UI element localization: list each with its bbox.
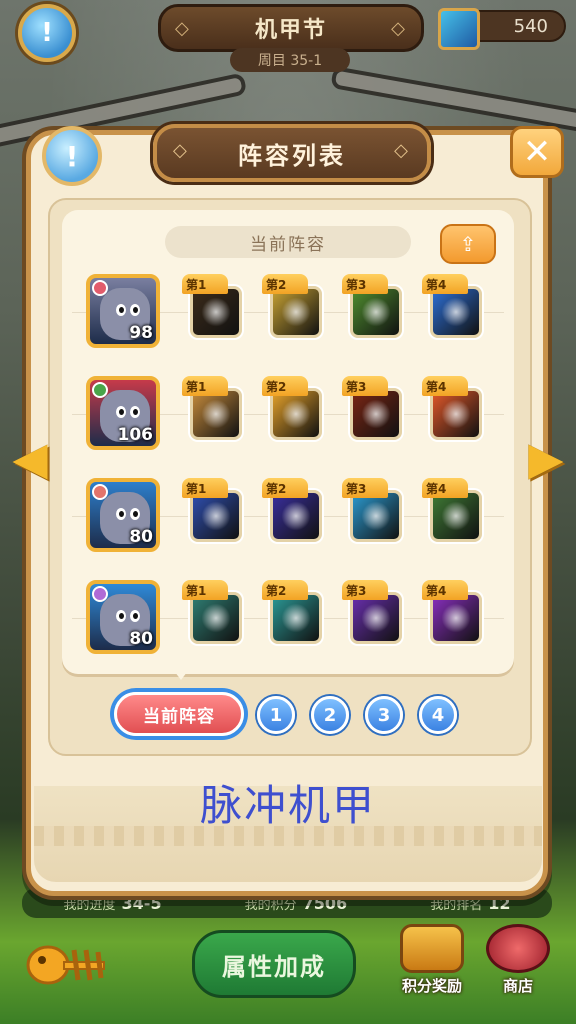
element-icon — [92, 484, 108, 500]
progress-stat: 我的进度 34-5 — [64, 894, 162, 913]
skill-slot[interactable]: 第2 — [260, 274, 322, 340]
skill-slot[interactable]: 第4 — [420, 274, 482, 340]
skill-order-tag: 第1 — [182, 478, 228, 498]
hero-portrait[interactable]: 106 — [86, 376, 160, 450]
hero-eye — [130, 406, 140, 418]
hero-level: 98 — [129, 323, 153, 343]
round-label: 周目 35-1 — [230, 48, 350, 72]
skill-order-tag: 第2 — [262, 274, 308, 294]
score-stat: 我的积分 7506 — [245, 894, 348, 913]
element-icon — [92, 586, 108, 602]
skill-slot[interactable]: 第3 — [340, 478, 402, 544]
skill-slot[interactable]: 第2 — [260, 376, 322, 442]
hero-eye — [130, 508, 140, 520]
ornament-left-icon: ◇ — [175, 17, 191, 39]
currency-counter[interactable]: 540 — [438, 8, 566, 50]
share-icon: ⇪ — [459, 232, 477, 256]
prev-arrow-icon[interactable]: ◀ — [10, 435, 50, 481]
skill-order-tag: 第3 — [342, 580, 388, 600]
skill-slot[interactable]: 第1 — [180, 274, 242, 340]
rank-value: 12 — [488, 893, 511, 913]
tab-lineup-2[interactable]: 2 — [311, 696, 349, 734]
skill-slot[interactable]: 第3 — [340, 580, 402, 646]
tab-current-lineup[interactable]: 当前阵容 — [114, 692, 244, 736]
modal-title: 阵容列表 — [238, 141, 346, 170]
shop-icon — [486, 924, 550, 973]
next-arrow-icon[interactable]: ▶ — [526, 435, 566, 481]
skill-order-tag: 第3 — [342, 376, 388, 396]
skill-order-tag: 第4 — [422, 478, 468, 498]
top-bar: ! ◇ 机甲节 ◇ 周目 35-1 540 — [0, 0, 576, 80]
hero-level: 80 — [129, 629, 153, 649]
progress-label: 我的进度 — [63, 897, 116, 913]
modal-title-plate: ◇ 阵容列表 ◇ — [153, 124, 431, 182]
score-reward-label: 积分奖励 — [401, 977, 462, 995]
skill-order-tag: 第2 — [262, 478, 308, 498]
skill-order-tag: 第4 — [422, 274, 468, 294]
skill-slot[interactable]: 第3 — [340, 274, 402, 340]
event-title: 机甲节 — [254, 18, 327, 43]
ornament-right-icon: ◇ — [394, 140, 411, 161]
skill-slot[interactable]: 第1 — [180, 478, 242, 544]
tab-lineup-4[interactable]: 4 — [419, 696, 457, 734]
panel-pointer — [172, 668, 190, 680]
skill-order-tag: 第4 — [422, 580, 468, 600]
skill-order-tag: 第2 — [262, 580, 308, 600]
rank-label: 我的排名 — [430, 897, 483, 913]
lineup-caption: 脉冲机甲 — [199, 781, 376, 830]
hero-portrait[interactable]: 80 — [86, 478, 160, 552]
attribute-bonus-button[interactable]: 属性加成 — [192, 930, 356, 998]
share-button[interactable]: ⇪ — [440, 224, 496, 264]
hero-eye — [116, 406, 126, 418]
ornament-right-icon: ◇ — [391, 17, 407, 39]
skill-slot[interactable]: 第4 — [420, 376, 482, 442]
event-title-plate: ◇ 机甲节 ◇ — [158, 4, 424, 52]
rank-stat: 我的排名 12 — [430, 894, 510, 913]
skill-order-tag: 第3 — [342, 274, 388, 294]
score-value: 7506 — [302, 893, 348, 913]
close-button[interactable]: ✕ — [510, 126, 564, 178]
hero-eye — [116, 610, 126, 622]
shop-button[interactable]: 商店 — [482, 924, 554, 996]
shop-label: 商店 — [502, 977, 533, 995]
skill-slot[interactable]: 第3 — [340, 376, 402, 442]
hero-eye — [116, 508, 126, 520]
hero-level: 80 — [129, 527, 153, 547]
treasure-chest-icon — [400, 924, 464, 973]
skill-order-tag: 第4 — [422, 376, 468, 396]
modal-info-icon[interactable]: ! — [42, 126, 102, 186]
skill-order-tag: 第2 — [262, 376, 308, 396]
hero-eye — [116, 304, 126, 316]
skill-order-tag: 第1 — [182, 274, 228, 294]
score-label: 我的积分 — [244, 897, 297, 913]
fishbone-icon[interactable] — [26, 940, 112, 990]
tab-lineup-3[interactable]: 3 — [365, 696, 403, 734]
skill-slot[interactable]: 第2 — [260, 580, 322, 646]
skill-order-tag: 第1 — [182, 580, 228, 600]
skill-order-tag: 第3 — [342, 478, 388, 498]
skill-order-tag: 第1 — [182, 376, 228, 396]
progress-value: 34-5 — [121, 893, 162, 913]
element-icon — [92, 280, 108, 296]
lineup-header: 当前阵容 — [165, 226, 411, 258]
gem-icon — [438, 8, 480, 50]
score-reward-button[interactable]: 积分奖励 — [396, 924, 468, 996]
skill-slot[interactable]: 第1 — [180, 376, 242, 442]
hero-portrait[interactable]: 98 — [86, 274, 160, 348]
tab-lineup-1[interactable]: 1 — [257, 696, 295, 734]
currency-value: 540 — [513, 15, 548, 37]
skill-slot[interactable]: 第4 — [420, 478, 482, 544]
hero-eye — [130, 304, 140, 316]
info-icon[interactable]: ! — [18, 4, 76, 62]
skill-slot[interactable]: 第4 — [420, 580, 482, 646]
hero-portrait[interactable]: 80 — [86, 580, 160, 654]
element-icon — [92, 382, 108, 398]
ornament-left-icon: ◇ — [173, 140, 190, 161]
hero-eye — [130, 610, 140, 622]
hero-level: 106 — [117, 425, 154, 445]
skill-slot[interactable]: 第1 — [180, 580, 242, 646]
skill-slot[interactable]: 第2 — [260, 478, 322, 544]
